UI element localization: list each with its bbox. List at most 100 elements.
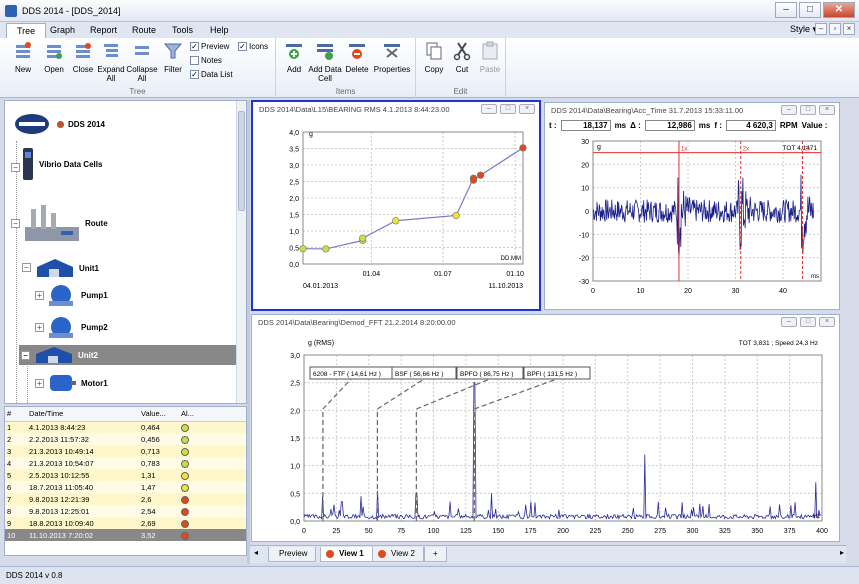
add-button[interactable]: Add (282, 41, 306, 74)
minimize-chart-button[interactable]: – (781, 317, 797, 327)
mdi-restore-button[interactable]: ▫ (829, 23, 841, 35)
table-row[interactable]: 9 18.8.2013 10:09:40 2,69 (5, 517, 246, 529)
y-tick-label: 1,0 (290, 464, 300, 471)
close-chart-button[interactable]: × (819, 105, 835, 115)
data-point (476, 171, 485, 179)
copy-button[interactable]: Copy (422, 41, 446, 74)
x-tick-label: 175 (525, 528, 537, 535)
table-row[interactable]: 5 2.5.2013 10:12:55 1,31 (5, 469, 246, 481)
notes-checkbox[interactable]: Notes (190, 56, 222, 65)
column-header[interactable]: Date/Time (27, 407, 139, 422)
fft-chart[interactable]: 0,0 0,5 1,0 1,5 2,0 2,5 3,0 0 25 50 75 100 125 150 175… (252, 329, 837, 541)
mdi-close-button[interactable]: × (843, 23, 855, 35)
x-range-end-label: 11.10.2013 (488, 283, 523, 290)
unit-building-icon (36, 347, 72, 363)
minimize-chart-button[interactable]: – (781, 105, 797, 115)
filter-button[interactable]: Filter (160, 41, 186, 74)
tab-scroll-left-icon[interactable]: ◂ (254, 548, 258, 557)
table-row[interactable]: 3 21.3.2013 10:49:14 0,713 (5, 445, 246, 457)
tab-route[interactable]: Route (122, 23, 166, 38)
open-button[interactable]: Open (40, 41, 68, 74)
style-menu[interactable]: Style ▾ (790, 24, 817, 35)
tree-item-unit2[interactable]: − Unit2 (19, 345, 237, 365)
tab-preview[interactable]: Preview (268, 547, 317, 562)
minimize-button[interactable]: – (775, 2, 797, 18)
table-row[interactable]: 6 18.7.2013 11:05:40 1,47 (5, 481, 246, 493)
expander-icon[interactable]: + (35, 291, 44, 300)
maximize-chart-button[interactable]: □ (500, 104, 516, 114)
table-row[interactable]: 1 4.1.2013 8:44:23 0,464 (5, 421, 246, 433)
paste-button[interactable]: Paste (478, 41, 502, 74)
row-datetime: 2.2.2013 11:57:32 (27, 433, 139, 445)
tree-item-dds-2014[interactable]: DDS 2014 (13, 113, 105, 135)
time-signal-chart[interactable]: -30 -20 -10 0 10 20 30 0 10 20 30 40 g ms TOT 4,1471 1x… (545, 133, 837, 309)
fft-window[interactable]: DDS 2014\Data\Bearing\Demod_FFT 21.2.201… (251, 314, 840, 542)
panel-splitter[interactable] (247, 100, 250, 564)
y-tick-label: -10 (579, 232, 589, 239)
cut-button[interactable]: Cut (450, 41, 474, 74)
column-header[interactable]: Al... (179, 407, 246, 422)
tree-item-pump2[interactable]: Pump2 (47, 313, 108, 341)
properties-button[interactable]: Properties (372, 41, 412, 74)
add-tab-button[interactable]: + (424, 547, 447, 562)
maximize-chart-button[interactable]: □ (800, 317, 816, 327)
table-row[interactable]: 10 11.10.2013 7:20:02 3,52 (5, 529, 246, 541)
items-group: Add Add Data Cell Delete Properties Item… (276, 38, 416, 98)
pump-icon (49, 317, 73, 338)
maximize-button[interactable]: □ (799, 2, 821, 18)
tab-report[interactable]: Report (80, 23, 127, 38)
close-chart-button[interactable]: × (819, 317, 835, 327)
tab-help[interactable]: Help (200, 23, 239, 38)
add-data-cell-button[interactable]: Add Data Cell (308, 41, 342, 83)
scroll-thumb[interactable] (238, 111, 245, 211)
expander-icon[interactable]: − (22, 263, 31, 272)
table-row[interactable]: 7 9.8.2013 12:21:39 2,6 (5, 493, 246, 505)
column-header[interactable]: # (5, 407, 27, 422)
alarm-status-icon (181, 459, 189, 468)
tab-view-2[interactable]: View 2 (372, 547, 424, 562)
table-row[interactable]: 4 21.3.2013 10:54:07 0,783 (5, 457, 246, 469)
expand-all-button[interactable]: Expand All (96, 41, 126, 83)
column-header[interactable]: Value... (139, 407, 179, 422)
time-signal-window[interactable]: DDS 2014\Data\Bearing\Acc_Time 31.7.2013… (544, 102, 840, 310)
tree-item-unit1[interactable]: Unit1 (35, 257, 99, 279)
trend-chart[interactable]: 0,00,51,01,52,02,53,03,54,0 g01.04 01.07 01… (253, 118, 539, 308)
expander-icon[interactable]: + (35, 323, 44, 332)
close-window-button[interactable]: ✕ (823, 2, 855, 18)
open-icon (47, 45, 62, 59)
tree-scrollbar[interactable] (236, 101, 246, 403)
tree-item-pump1[interactable]: Pump1 (47, 281, 108, 309)
maximize-chart-button[interactable]: □ (800, 105, 816, 115)
tab-scroll-right-icon[interactable]: ▸ (840, 548, 844, 557)
collapse-all-button[interactable]: Collapse All (126, 41, 158, 83)
tree-item-route[interactable]: Route (21, 203, 108, 243)
tree-item-vibrio-data-cells[interactable]: Vibrio Data Cells (21, 147, 102, 181)
new-button[interactable]: New (8, 41, 38, 74)
table-row[interactable]: 2 2.2.2013 11:57:32 0,456 (5, 433, 246, 445)
alarm-status-icon (181, 507, 189, 516)
expander-icon[interactable]: − (11, 163, 20, 172)
close-chart-button[interactable]: × (519, 104, 535, 114)
row-number: 9 (5, 517, 27, 529)
minimize-chart-button[interactable]: – (481, 104, 497, 114)
table-row[interactable]: 8 9.8.2013 12:25:01 2,54 (5, 505, 246, 517)
data-list-checkbox[interactable]: ✓ Data List (190, 70, 233, 79)
collapse-all-icon (135, 46, 149, 55)
expander-icon[interactable]: − (11, 219, 20, 228)
tree-label: Unit2 (78, 350, 98, 360)
chart-window-controls: – □ × (481, 104, 535, 114)
trend-chart-window[interactable]: DDS 2014\Data\L15\BEARING RMS 4.1.2013 8… (251, 100, 541, 311)
tab-graph[interactable]: Graph (40, 23, 85, 38)
icons-checkbox[interactable]: ✓ Icons (238, 42, 268, 51)
tree-item-motor1[interactable]: Motor1 (47, 369, 108, 397)
tab-view-1[interactable]: View 1 (320, 547, 373, 562)
y-tick-label: 2,0 (289, 196, 299, 203)
mdi-minimize-button[interactable]: – (815, 23, 827, 35)
delete-button[interactable]: Delete (344, 41, 370, 74)
close-button[interactable]: Close (70, 41, 96, 74)
tab-tools[interactable]: Tools (162, 23, 203, 38)
preview-checkbox[interactable]: ✓ Preview (190, 42, 229, 51)
edit-group-label: Edit (453, 87, 468, 96)
expander-icon[interactable]: − (21, 350, 30, 360)
expander-icon[interactable]: + (35, 379, 44, 388)
